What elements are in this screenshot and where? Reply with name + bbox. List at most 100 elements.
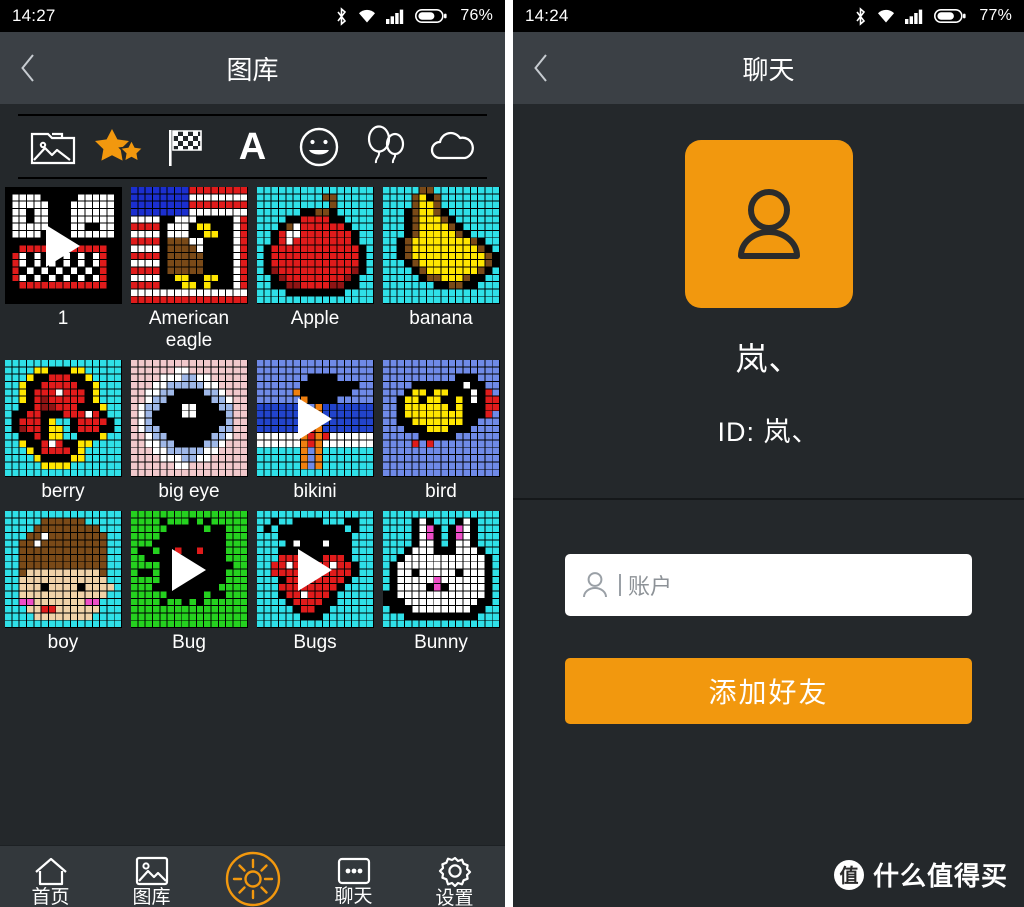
pixel-art-canvas <box>382 511 500 628</box>
pixel-art-canvas <box>382 187 500 304</box>
nav-label-home: 首页 <box>31 886 70 907</box>
play-icon[interactable] <box>172 548 206 591</box>
play-icon[interactable] <box>46 224 80 267</box>
user-outline-icon <box>581 570 609 600</box>
gallery-item-label: berry <box>41 481 85 502</box>
gallery-item[interactable]: big eye <box>126 360 252 503</box>
gallery-item[interactable]: 1 <box>0 187 126 352</box>
gallery-item-label: Bugs <box>293 632 337 653</box>
gallery-thumbnail[interactable] <box>256 360 374 477</box>
status-bar-right: 14:24 77% <box>513 0 1024 32</box>
add-friend-button[interactable]: 添加好友 <box>565 658 972 724</box>
status-bar-clock-right: 14:24 <box>525 6 569 25</box>
avatar[interactable] <box>684 140 853 308</box>
brightness-sun-icon <box>224 850 282 907</box>
gallery-item[interactable]: American eagle <box>126 187 252 352</box>
add-friend-section: 账户 添加好友 <box>513 500 1024 724</box>
screenshot-root: 14:27 76% 图库 A 1 American eagle Apple ba… <box>0 0 1024 907</box>
battery-percent-right: 77% <box>979 7 1012 24</box>
wifi-icon <box>357 8 377 24</box>
gallery-body: A 1 American eagle Apple banana berry bi… <box>0 114 505 907</box>
gallery-item[interactable]: Bugs <box>252 511 378 654</box>
gallery-thumbnail[interactable] <box>382 187 500 304</box>
account-input-placeholder: 账户 <box>628 574 673 599</box>
battery-icon <box>415 8 447 24</box>
gallery-item[interactable]: bird <box>378 360 504 503</box>
toolbar-item-text[interactable]: A <box>224 121 282 173</box>
page-title: 图库 <box>226 54 279 85</box>
bluetooth-icon <box>335 6 348 26</box>
gallery-thumbnail[interactable] <box>256 187 374 304</box>
account-input[interactable]: 账户 <box>565 554 972 616</box>
nav-item-settings[interactable]: 设置 <box>404 846 505 907</box>
gallery-thumbnail[interactable] <box>130 187 248 304</box>
toolbar-item-stars[interactable] <box>91 121 149 173</box>
smiley-face-icon <box>298 126 340 168</box>
nav-item-brightness[interactable] <box>202 850 303 907</box>
gallery-thumbnail[interactable] <box>130 511 248 628</box>
title-bar: 图库 <box>0 32 505 104</box>
back-button-right[interactable] <box>513 32 569 104</box>
status-bar-icons: 76% <box>335 6 493 26</box>
title-bar-right: 聊天 <box>513 32 1024 104</box>
play-icon[interactable] <box>298 548 332 591</box>
watermark: 值 什么值得买 <box>833 856 1008 893</box>
balloons-icon <box>363 124 409 169</box>
nav-item-gallery[interactable]: 图库 <box>101 846 202 907</box>
cloud-icon <box>428 130 476 164</box>
nav-label-gallery: 图库 <box>132 886 171 907</box>
photos-folder-icon <box>30 127 76 167</box>
gallery-grid: 1 American eagle Apple banana berry big eye bi… <box>0 179 505 662</box>
watermark-text: 什么值得买 <box>872 861 1008 891</box>
gallery-thumbnail[interactable] <box>130 360 248 477</box>
home-icon <box>33 856 69 886</box>
gallery-item-label: Apple <box>290 308 340 329</box>
gallery-thumbnail[interactable] <box>256 511 374 628</box>
pixel-art-canvas <box>4 511 122 628</box>
gallery-item[interactable]: berry <box>0 360 126 503</box>
profile-id: ID: 岚、 <box>717 417 820 447</box>
gallery-item[interactable]: bikini <box>252 360 378 503</box>
profile-section: 岚、 ID: 岚、 <box>513 104 1024 500</box>
gallery-item[interactable]: Apple <box>252 187 378 352</box>
gallery-item-label: boy <box>47 632 79 653</box>
pixel-art-canvas <box>256 187 374 304</box>
right-phone-screen: 14:24 77% 聊天 岚、 ID: 岚、 账户 添加好友 值 什么值得买 <box>513 0 1024 907</box>
pixel-art-canvas <box>130 187 248 304</box>
gallery-thumbnail[interactable] <box>4 360 122 477</box>
gallery-thumbnail[interactable] <box>382 360 500 477</box>
gallery-thumbnail[interactable] <box>382 511 500 628</box>
gallery-item-label: 1 <box>57 308 69 329</box>
toolbar-item-balloons[interactable] <box>357 121 415 173</box>
gallery-item[interactable]: banana <box>378 187 504 352</box>
pixel-art-canvas <box>382 360 500 477</box>
gallery-item[interactable]: boy <box>0 511 126 654</box>
back-button[interactable] <box>0 32 56 104</box>
battery-percent: 76% <box>460 7 493 24</box>
gallery-item-label: American eagle <box>148 308 230 351</box>
nav-item-chat[interactable]: 聊天 <box>303 846 404 907</box>
play-icon[interactable] <box>298 397 332 440</box>
toolbar-item-smiley[interactable] <box>290 121 348 173</box>
gallery-item-label: Bug <box>172 632 206 653</box>
status-bar-icons-right: 77% <box>854 6 1012 26</box>
text-caret <box>619 574 621 596</box>
gallery-item[interactable]: Bunny <box>378 511 504 654</box>
nav-item-home[interactable]: 首页 <box>0 846 101 907</box>
stars-icon <box>94 126 145 168</box>
toolbar-item-checkered-flag[interactable] <box>157 121 215 173</box>
gallery-thumbnail[interactable] <box>4 187 122 304</box>
category-toolbar: A <box>18 114 487 179</box>
wifi-icon <box>876 8 896 24</box>
toolbar-item-photos-folder[interactable] <box>24 121 82 173</box>
back-chevron-icon <box>532 52 550 84</box>
gallery-item[interactable]: Bug <box>126 511 252 654</box>
toolbar-item-cloud[interactable] <box>423 121 481 173</box>
gallery-thumbnail[interactable] <box>4 511 122 628</box>
gallery-icon <box>135 856 169 886</box>
gallery-item-label: banana <box>409 308 473 329</box>
chat-dots-icon <box>337 857 371 885</box>
gear-icon <box>438 855 472 887</box>
nav-label-chat: 聊天 <box>334 885 373 907</box>
status-bar: 14:27 76% <box>0 0 505 32</box>
